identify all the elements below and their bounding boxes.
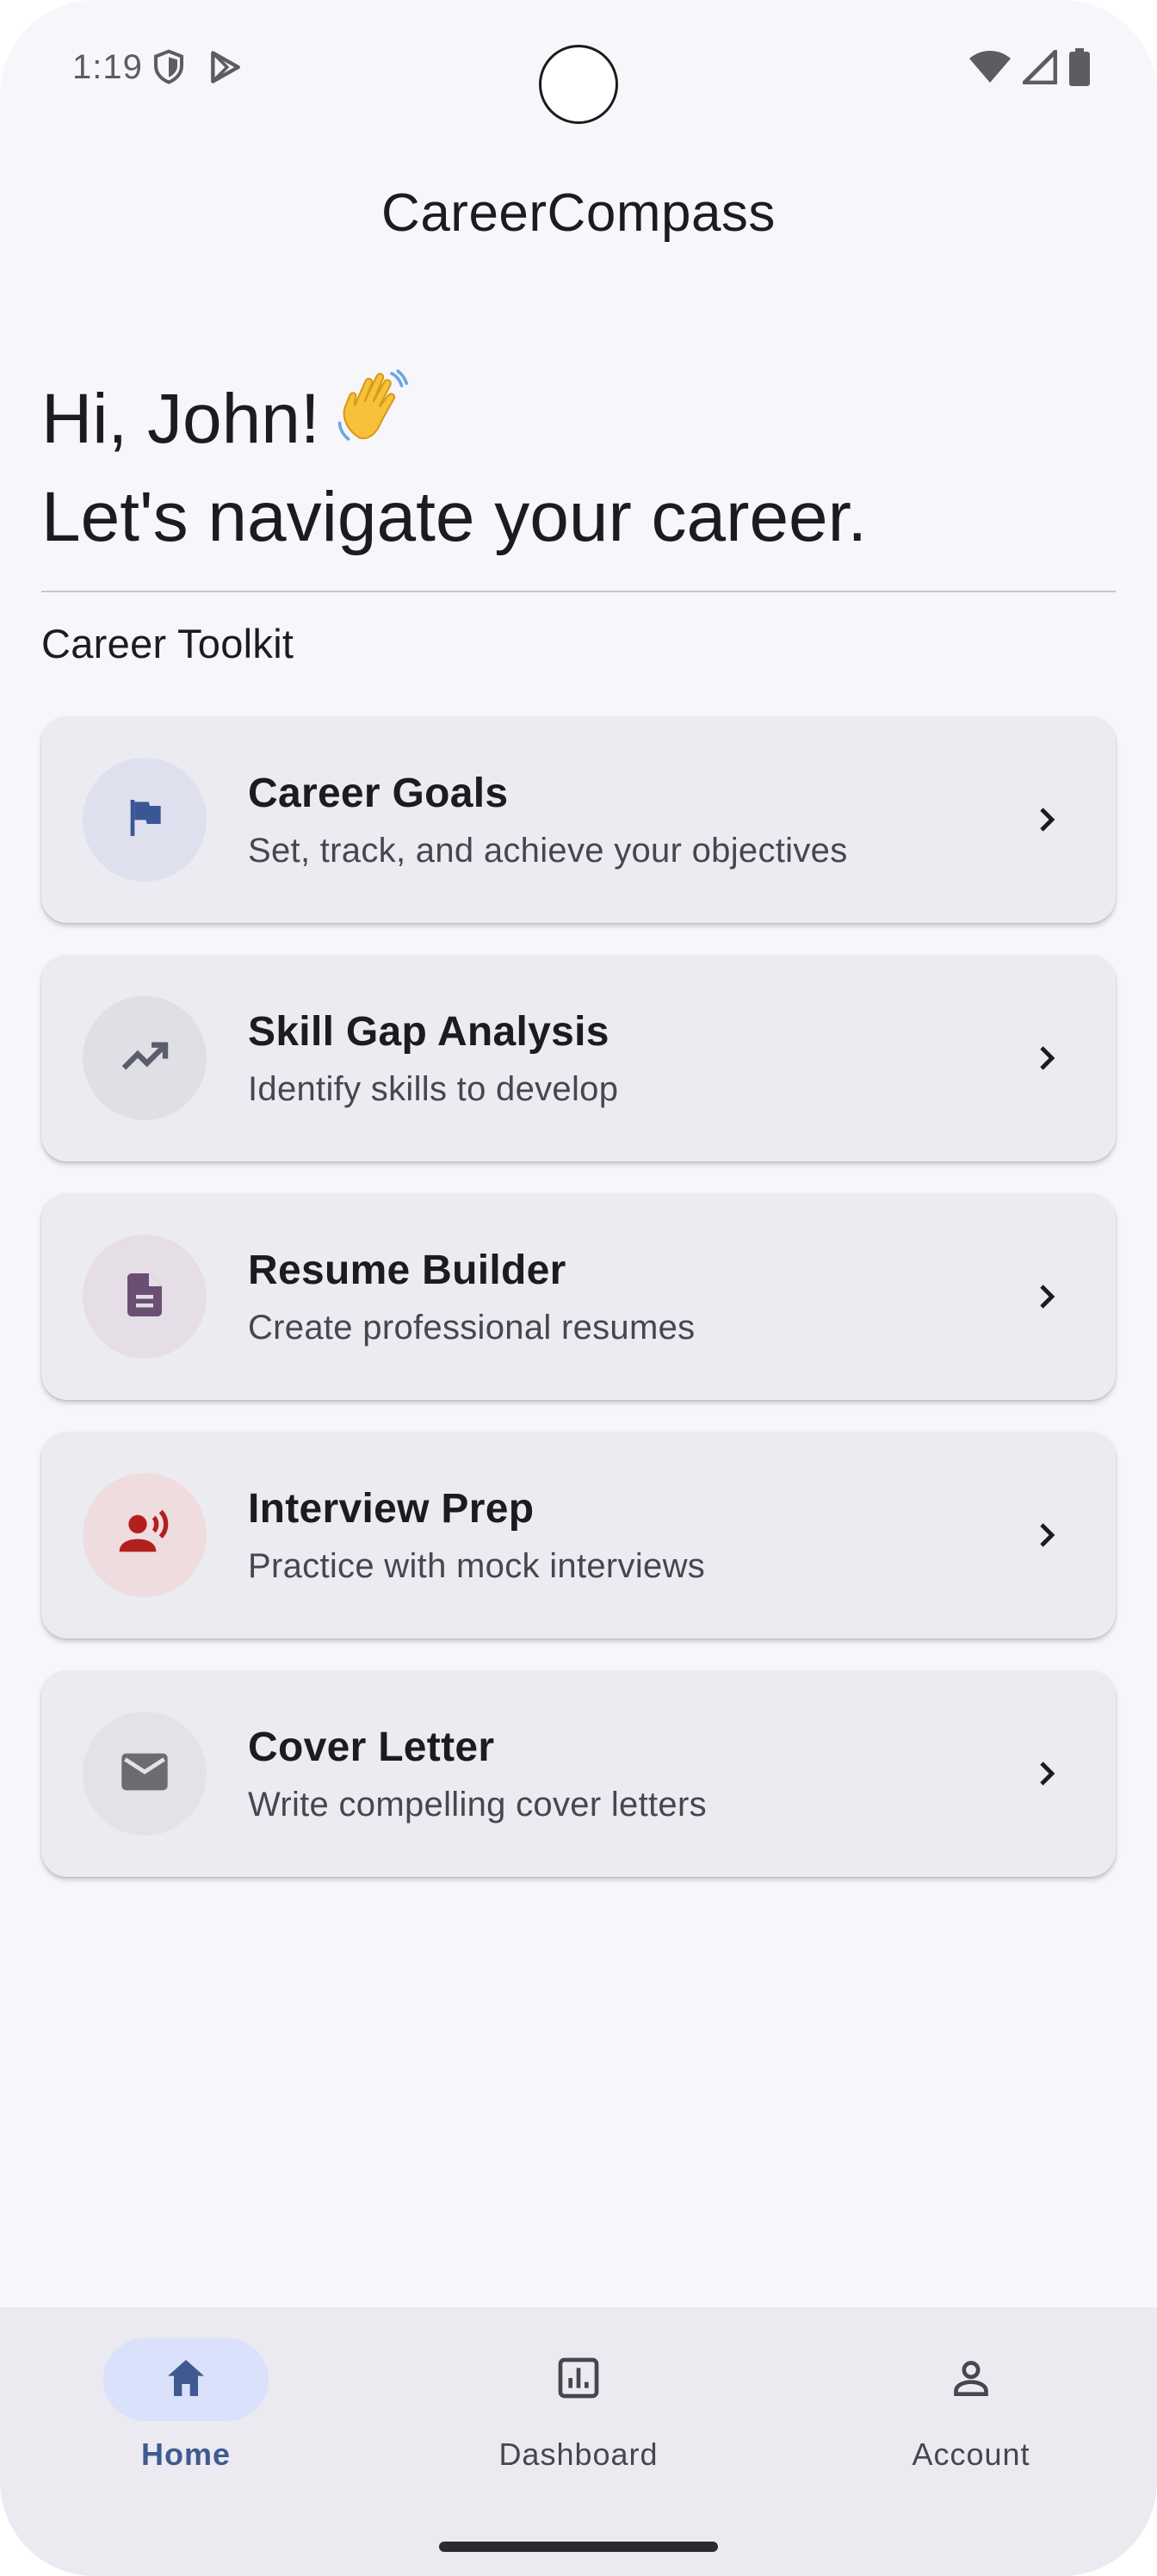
card-title: Career Goals [248, 771, 509, 816]
play-store-icon [207, 48, 244, 90]
chevron-right-icon [1026, 1753, 1067, 1799]
home-icon [162, 2354, 210, 2406]
chevron-right-icon [1026, 1514, 1067, 1560]
card-icon-container [83, 996, 207, 1120]
card-icon-container [83, 1712, 207, 1836]
trending-up-icon [117, 1029, 172, 1088]
nav-icon-container [496, 2338, 661, 2421]
nav-label: Dashboard [498, 2437, 659, 2472]
battery-icon [1069, 48, 1090, 90]
greeting-line-2: Let's navigate your career. [41, 478, 868, 556]
card-title: Interview Prep [248, 1486, 535, 1532]
chevron-right-icon [1026, 1037, 1067, 1083]
chevron-right-icon [1026, 1276, 1067, 1322]
cell-signal-icon [1022, 49, 1058, 89]
dashboard-chart-icon [554, 2354, 603, 2406]
shield-icon [152, 48, 186, 90]
toolkit-list: Career Goals Set, track, and achieve you… [41, 716, 1116, 1909]
chevron-right-icon [1026, 799, 1067, 845]
card-subtitle: Practice with mock interviews [248, 1547, 706, 1585]
card-icon-container [83, 1235, 207, 1359]
card-interview-prep[interactable]: Interview Prep Practice with mock interv… [41, 1432, 1116, 1638]
card-subtitle: Create professional resumes [248, 1309, 696, 1347]
nav-label: Home [140, 2437, 232, 2472]
card-subtitle: Identify skills to develop [248, 1070, 619, 1108]
voice-person-icon [117, 1506, 172, 1565]
mail-icon [117, 1744, 172, 1804]
app-title: CareerCompass [381, 183, 776, 243]
card-icon-container [83, 1473, 207, 1597]
status-bar: 1:19 [0, 0, 1157, 138]
wifi-icon [969, 50, 1011, 89]
section-title: Career Toolkit [41, 621, 294, 666]
document-icon [119, 1269, 170, 1325]
gesture-home-indicator[interactable] [439, 2542, 718, 2552]
card-title: Cover Letter [248, 1725, 495, 1770]
nav-active-indicator [103, 2338, 269, 2421]
app-screen: 1:19 CareerCompass Hi, John! Let's navig… [0, 0, 1157, 2576]
nav-label: Account [912, 2437, 1030, 2472]
divider [41, 591, 1116, 592]
greeting-line-1: Hi, John! [41, 380, 320, 458]
flag-icon [121, 794, 169, 846]
nav-home[interactable]: Home [57, 2338, 315, 2511]
card-title: Skill Gap Analysis [248, 1009, 609, 1055]
greeting: Hi, John! Let's navigate your career. [41, 368, 867, 564]
waving-hand-icon [332, 368, 411, 471]
nav-account[interactable]: Account [842, 2338, 1100, 2511]
front-camera [539, 45, 618, 124]
card-title: Resume Builder [248, 1248, 566, 1293]
card-resume-builder[interactable]: Resume Builder Create professional resum… [41, 1193, 1116, 1400]
card-subtitle: Set, track, and achieve your objectives [248, 832, 848, 870]
bottom-navigation: Home Dashboard Account [0, 2307, 1157, 2576]
card-career-goals[interactable]: Career Goals Set, track, and achieve you… [41, 716, 1116, 923]
card-icon-container [83, 758, 207, 882]
status-time: 1:19 [72, 48, 143, 86]
person-icon [947, 2354, 995, 2406]
card-subtitle: Write compelling cover letters [248, 1786, 707, 1824]
card-skill-gap-analysis[interactable]: Skill Gap Analysis Identify skills to de… [41, 955, 1116, 1161]
card-cover-letter[interactable]: Cover Letter Write compelling cover lett… [41, 1670, 1116, 1877]
nav-icon-container [888, 2338, 1054, 2421]
nav-dashboard[interactable]: Dashboard [449, 2338, 708, 2511]
